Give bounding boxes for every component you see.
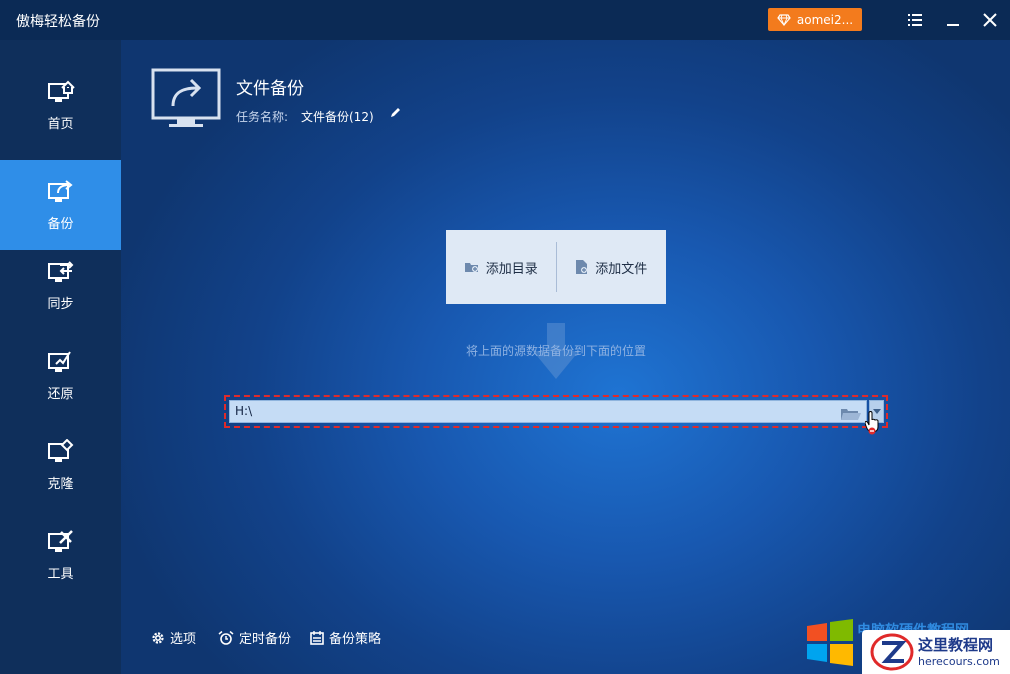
sidebar-item-label: 首页 (47, 116, 74, 132)
site-logo-icon (870, 633, 914, 671)
main-panel: 文件备份 任务名称: 文件备份(12) 添加目录 添加文件 将上面的源数据备份到… (121, 40, 1010, 674)
scheme-label: 备份策略 (329, 632, 382, 647)
schedule-button[interactable]: 定时备份 (218, 628, 291, 647)
sidebar-item-label: 工具 (47, 566, 74, 582)
schedule-label: 定时备份 (239, 632, 292, 647)
alarm-clock-icon (218, 630, 234, 645)
watermark-site-name: 这里教程网 (918, 636, 994, 654)
app-title: 傲梅轻松备份 (16, 14, 100, 30)
sidebar-item-tools[interactable]: 工具 (0, 510, 121, 600)
backup-icon (47, 179, 73, 202)
destination-highlight: H:\ (224, 395, 888, 428)
home-icon (47, 80, 75, 102)
menu-icon (908, 14, 922, 26)
close-button[interactable] (980, 10, 1000, 30)
destination-path-input[interactable]: H:\ (229, 400, 867, 423)
sidebar-item-backup[interactable]: 备份 (0, 160, 121, 250)
destination-path: H:\ (235, 404, 253, 418)
add-file-label: 添加文件 (595, 261, 648, 277)
sidebar: 首页 备份 同步 还原 克隆 工具 (0, 40, 121, 674)
backup-scheme-button[interactable]: 备份策略 (310, 628, 381, 647)
task-name-label: 任务名称: (236, 110, 289, 124)
add-folder-icon (464, 263, 478, 272)
sidebar-item-label: 还原 (47, 386, 74, 402)
options-label: 选项 (170, 632, 197, 647)
sidebar-item-clone[interactable]: 克隆 (0, 420, 121, 510)
add-folder-label: 添加目录 (485, 261, 538, 277)
sidebar-item-label: 备份 (47, 216, 74, 232)
file-backup-monitor-icon (151, 68, 221, 127)
sidebar-item-restore[interactable]: 还原 (0, 330, 121, 420)
close-icon (983, 13, 997, 27)
hint-text: 将上面的源数据备份到下面的位置 (465, 344, 646, 358)
add-file-icon (576, 260, 588, 274)
windows-logo-icon (807, 619, 853, 666)
account-name: aomei2... (796, 12, 854, 27)
options-button[interactable]: 选项 (151, 628, 196, 647)
menu-button[interactable] (905, 10, 925, 30)
source-selector: 添加目录 添加文件 (446, 230, 666, 304)
add-folder-button[interactable]: 添加目录 (446, 230, 556, 304)
minimize-button[interactable] (943, 10, 963, 30)
gear-icon (152, 631, 164, 644)
diamond-icon (777, 13, 791, 26)
sidebar-item-home[interactable]: 首页 (0, 60, 121, 150)
tools-icon (47, 529, 73, 552)
add-file-button[interactable]: 添加文件 (557, 230, 667, 304)
account-button[interactable]: aomei2... (768, 8, 862, 31)
task-name-value: 文件备份(12) (301, 110, 374, 124)
watermark-url: herecours.com (918, 655, 1000, 668)
restore-icon (47, 350, 71, 372)
sidebar-item-label: 克隆 (47, 476, 74, 492)
sidebar-item-label: 同步 (47, 296, 74, 312)
hand-cursor-icon (865, 411, 879, 435)
clone-icon (47, 438, 73, 462)
page-title: 文件备份 (236, 79, 304, 99)
sidebar-item-sync[interactable]: 同步 (0, 240, 121, 330)
calendar-icon (310, 630, 324, 645)
edit-icon[interactable] (389, 107, 401, 119)
minimize-icon (947, 24, 959, 26)
title-bar: 傲梅轻松备份 aomei2... (0, 0, 1010, 40)
sync-icon (47, 260, 73, 282)
browse-folder-icon[interactable] (840, 407, 862, 421)
